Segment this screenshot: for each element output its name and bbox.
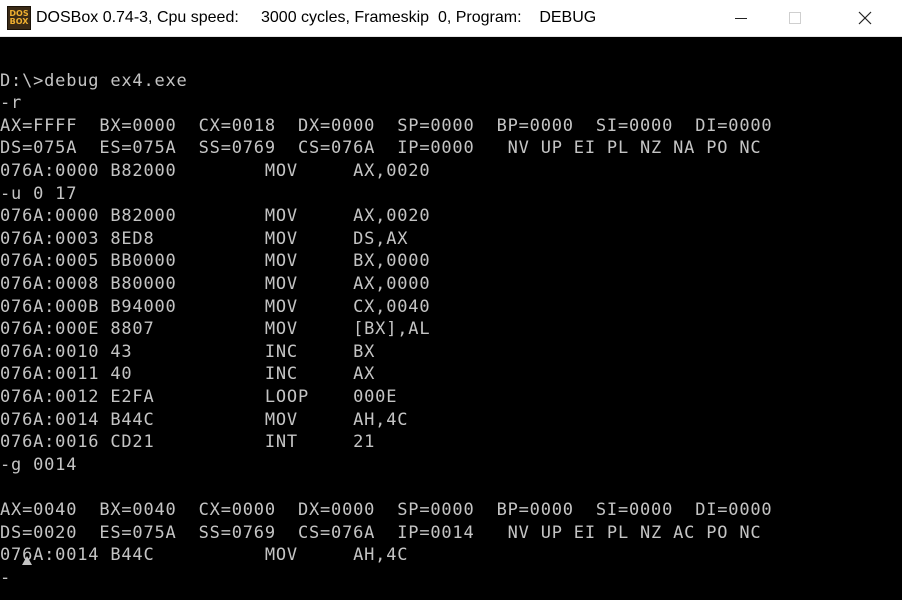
window-title: DOSBox 0.74-3, Cpu speed: 3000 cycles, F… [36, 9, 597, 26]
terminal-line: 076A:000E 8807 MOV [BX],AL [0, 319, 431, 340]
terminal-line: 076A:0014 B44C MOV AH,4C [0, 409, 409, 430]
terminal-line: -r [0, 93, 23, 114]
terminal-screen[interactable]: D:\>debug ex4.exe -r AX=FFFF BX=0000 CX=00… [0, 37, 902, 600]
terminal-line: D:\>debug ex4.exe [0, 70, 188, 91]
minimize-icon [735, 17, 747, 19]
terminal-line: 076A:0011 40 INC AX [0, 364, 376, 385]
dosbox-window: DOS BOX DOSBox 0.74-3, Cpu speed: 3000 c… [0, 0, 902, 600]
minimize-button[interactable] [718, 0, 764, 36]
terminal-line: 076A:0012 E2FA LOOP 000E [0, 387, 398, 407]
maximize-button[interactable] [772, 0, 818, 36]
terminal-line: -u 0 17 [0, 183, 78, 204]
terminal-line: 076A:0000 B82000 MOV AX,0020 [0, 161, 431, 181]
terminal-line: - [0, 567, 12, 588]
icon-text-bottom: BOX [9, 17, 29, 26]
terminal-line: 076A:0003 8ED8 MOV DS,AX [0, 228, 409, 249]
terminal-line: AX=0040 BX=0040 CX=0000 DX=0000 SP=0000 … [0, 500, 773, 520]
terminal-line: DS=0020 ES=075A SS=0769 CS=076A IP=0014 … [0, 522, 762, 543]
terminal-line: DS=075A ES=075A SS=0769 CS=076A IP=0000 … [0, 138, 762, 159]
terminal-line: 076A:0014 B44C MOV AH,4C [0, 545, 409, 566]
terminal-line: 076A:000B B94000 MOV CX,0040 [0, 296, 431, 317]
terminal-line: -g 0014 [0, 454, 78, 475]
terminal-line: AX=FFFF BX=0000 CX=0018 DX=0000 SP=0000 … [0, 115, 773, 136]
close-icon [858, 11, 872, 25]
terminal-line: 076A:0005 BB0000 MOV BX,0000 [0, 251, 431, 272]
close-button[interactable] [842, 0, 888, 36]
dosbox-icon[interactable]: DOS BOX [7, 6, 31, 30]
title-bar[interactable]: DOS BOX DOSBox 0.74-3, Cpu speed: 3000 c… [0, 0, 902, 37]
maximize-icon [789, 12, 801, 24]
terminal-line: 076A:0016 CD21 INT 21 [0, 432, 376, 453]
terminal-line: 076A:0010 43 INC BX [0, 341, 376, 362]
terminal-line: 076A:0000 B82000 MOV AX,0020 [0, 206, 431, 227]
terminal-line: 076A:0008 B80000 MOV AX,0000 [0, 274, 431, 294]
